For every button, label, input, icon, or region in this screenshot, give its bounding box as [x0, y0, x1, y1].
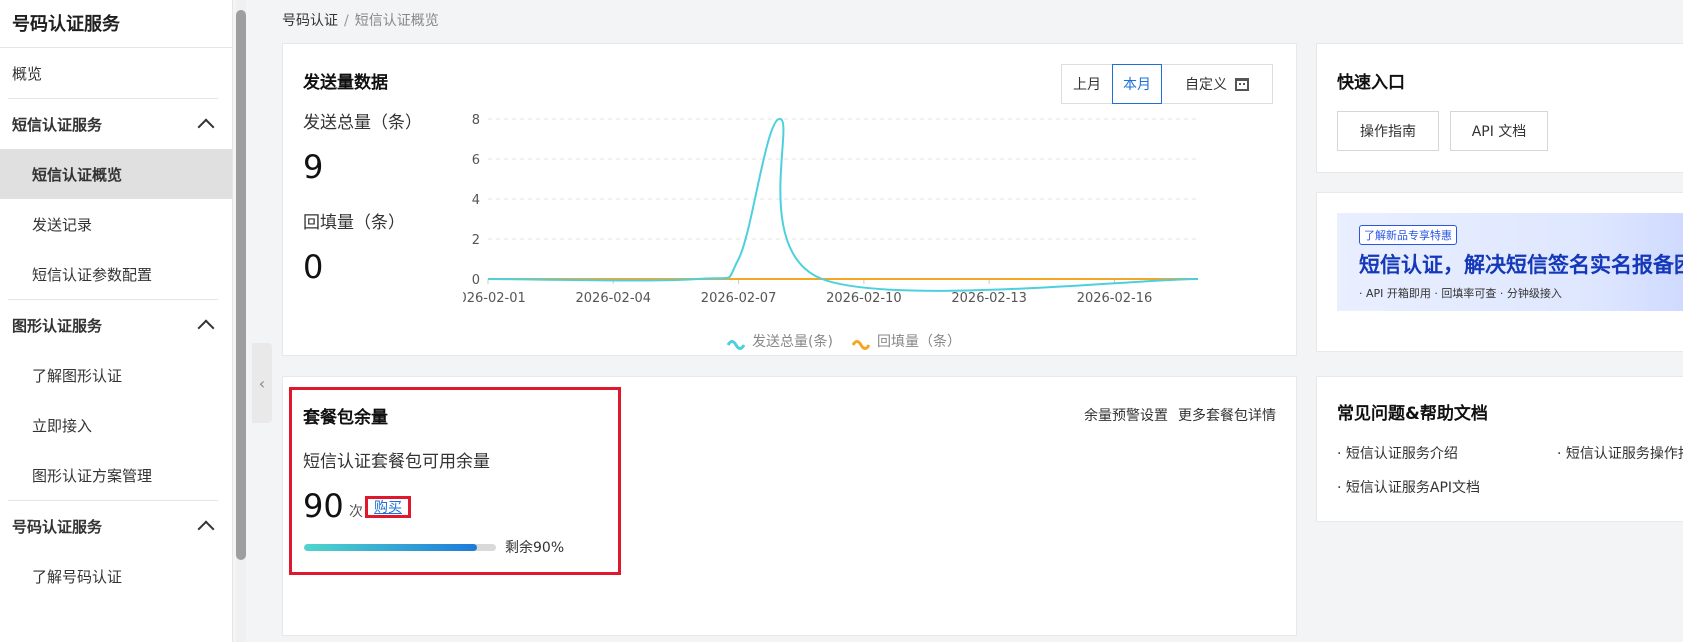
sidebar-scrollbar-thumb[interactable]	[236, 10, 246, 560]
sidebar-group-sms-auth[interactable]: 短信认证服务	[0, 99, 232, 149]
total-send-value: 9	[303, 148, 324, 186]
tab-last-month[interactable]: 上月	[1062, 65, 1112, 103]
chevron-up-icon	[197, 520, 215, 538]
chart-x-tick-label: 2026-02-10	[826, 291, 902, 306]
sidebar-group-captcha[interactable]: 图形认证服务	[0, 300, 232, 350]
remaining-progress-fill	[304, 544, 477, 551]
package-subtitle: 短信认证套餐包可用余量	[303, 452, 490, 472]
sidebar-item-learn-captcha[interactable]: 了解图形认证	[0, 350, 232, 400]
send-volume-title: 发送量数据	[303, 73, 388, 93]
chart-legend-label: 发送总量(条)	[752, 333, 833, 350]
more-packages-link[interactable]: 更多套餐包详情	[1178, 405, 1276, 425]
quick-entry-card: 快速入口 操作指南 API 文档	[1316, 43, 1683, 173]
chart-x-tick-label: 2026-02-16	[1077, 291, 1153, 306]
chevron-up-icon	[197, 319, 215, 337]
promo-banner[interactable]: 了解新品专享特惠 短信认证，解决短信签名实名报备困扰 · API 开箱即用 · …	[1337, 213, 1683, 311]
chart-x-tick-label: 2026-02-13	[951, 291, 1027, 306]
tab-this-month[interactable]: 本月	[1112, 64, 1162, 104]
remaining-percent-text: 剩余90%	[505, 540, 565, 556]
chart-y-tick-label: 0	[472, 273, 480, 288]
breadcrumb-separator: /	[344, 13, 349, 29]
sidebar-title: 号码认证服务	[0, 0, 232, 48]
chart-y-tick-label: 4	[472, 193, 480, 208]
date-range-selector: 上月 本月 自定义	[1061, 64, 1273, 104]
sidebar: 号码认证服务 概览 短信认证服务 短信认证概览 发送记录 短信认证参数配置 图形…	[0, 0, 233, 642]
promo-badge: 了解新品专享特惠	[1359, 225, 1457, 245]
package-title: 套餐包余量	[303, 408, 388, 428]
promo-banner-card: 了解新品专享特惠 短信认证，解决短信签名实名报备困扰 · API 开箱即用 · …	[1316, 192, 1683, 352]
sidebar-item-sms-overview[interactable]: 短信认证概览	[0, 149, 232, 199]
chart-legend-swatch	[726, 340, 746, 350]
chevron-up-icon	[197, 118, 215, 136]
buy-link[interactable]: 购买	[365, 496, 411, 518]
chart-legend-label: 回填量（条）	[877, 333, 961, 350]
chart-series-line	[487, 118, 1199, 292]
sidebar-item-send-records[interactable]: 发送记录	[0, 199, 232, 249]
send-volume-card: 发送量数据 上月 本月 自定义 发送总量（条） 9 回填量（条） 0 0 2 4 6 8…	[282, 43, 1297, 356]
total-send-label: 发送总量（条）	[303, 113, 422, 133]
promo-tags: · API 开箱即用 · 回填率可查 · 分钟级接入	[1359, 287, 1562, 300]
sidebar-group-label: 图形认证服务	[12, 316, 103, 335]
tab-custom-label: 自定义	[1185, 77, 1227, 93]
sidebar-item-connect-now[interactable]: 立即接入	[0, 400, 232, 450]
breadcrumb-root[interactable]: 号码认证	[282, 13, 338, 29]
calendar-icon	[1235, 77, 1249, 91]
tab-custom[interactable]: 自定义	[1162, 65, 1272, 103]
package-remaining: 90	[303, 487, 344, 525]
promo-headline: 短信认证，解决短信签名实名报备困扰	[1359, 253, 1683, 277]
sidebar-item-overview[interactable]: 概览	[0, 48, 232, 98]
package-unit: 次	[349, 504, 363, 520]
chart-y-tick-label: 6	[472, 153, 480, 168]
sidebar-group-number-auth[interactable]: 号码认证服务	[0, 501, 232, 551]
api-docs-button[interactable]: API 文档	[1450, 111, 1548, 151]
sidebar-item-captcha-plans[interactable]: 图形认证方案管理	[0, 450, 232, 500]
chart-legend-swatch	[851, 340, 871, 350]
chart-x-tick-label: 2026-02-01	[463, 291, 526, 306]
backfill-label: 回填量（条）	[303, 213, 405, 233]
package-balance-card: 套餐包余量 短信认证套餐包可用余量 90 次 购买 剩余90% 余量预警设置 更…	[282, 376, 1297, 636]
breadcrumb: 号码认证 / 短信认证概览	[282, 10, 439, 30]
backfill-value: 0	[303, 248, 324, 286]
package-links: 余量预警设置 更多套餐包详情	[1084, 405, 1276, 425]
quick-entry-title: 快速入口	[1337, 73, 1405, 93]
balance-alert-settings-link[interactable]: 余量预警设置	[1084, 405, 1168, 425]
chart-y-tick-label: 8	[472, 113, 480, 128]
sidebar-collapse-button[interactable]: ‹	[252, 343, 272, 423]
faq-link-guide[interactable]: · 短信认证服务操作指南	[1557, 443, 1683, 463]
send-volume-chart: 0 2 4 6 8 2026-02-01 2026-02-04 2026-02-07 2026-…	[463, 113, 1199, 350]
sidebar-item-learn-number-auth[interactable]: 了解号码认证	[0, 551, 232, 601]
chart-x-tick-label: 2026-02-04	[576, 291, 652, 306]
chevron-left-icon: ‹	[258, 373, 266, 393]
remaining-progress-bar	[304, 544, 496, 551]
sidebar-group-label: 短信认证服务	[12, 115, 103, 134]
sidebar-item-sms-config[interactable]: 短信认证参数配置	[0, 249, 232, 299]
chart-y-tick-label: 2	[472, 233, 480, 248]
faq-card: 常见问题&帮助文档 · 短信认证服务介绍 · 短信认证服务操作指南 · 短信认证…	[1316, 376, 1683, 522]
chart-x-tick-label: 2026-02-07	[701, 291, 777, 306]
breadcrumb-current: 短信认证概览	[354, 13, 439, 29]
faq-title: 常见问题&帮助文档	[1337, 404, 1488, 424]
sidebar-group-label: 号码认证服务	[12, 517, 103, 536]
guide-button[interactable]: 操作指南	[1337, 111, 1439, 151]
faq-link-intro[interactable]: · 短信认证服务介绍	[1337, 443, 1458, 463]
faq-link-api[interactable]: · 短信认证服务API文档	[1337, 477, 1480, 497]
